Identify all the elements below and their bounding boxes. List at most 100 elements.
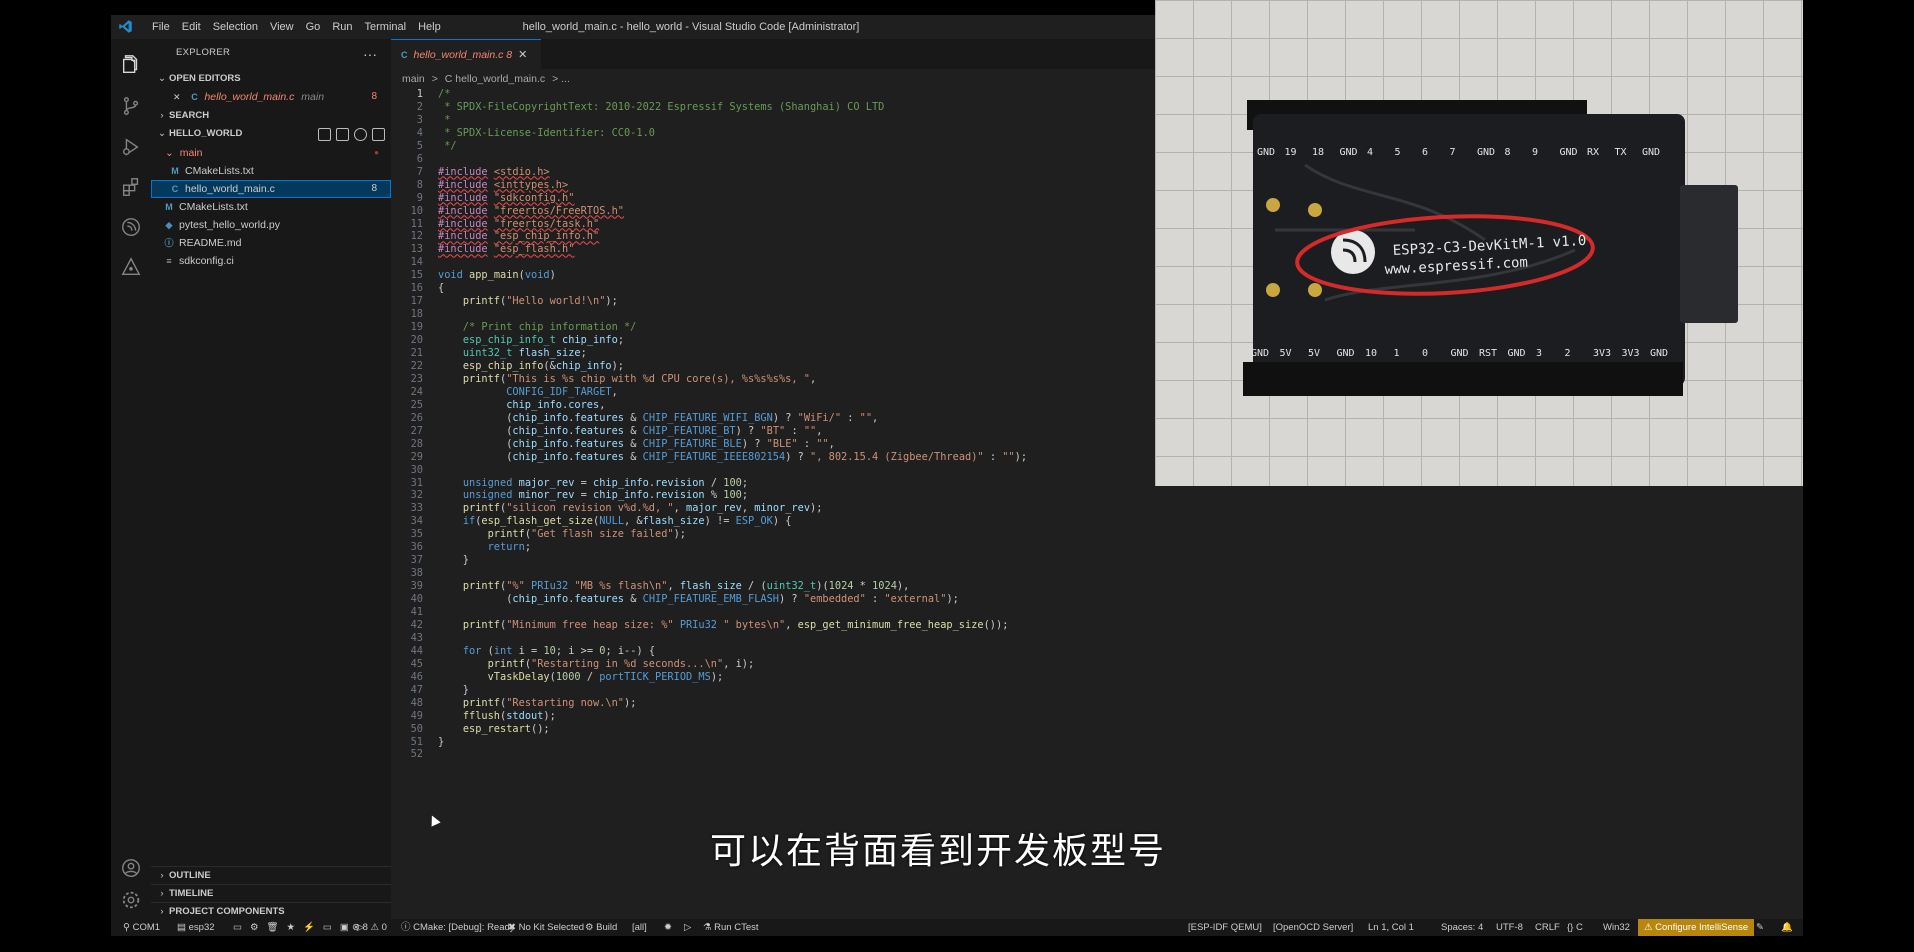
code-line[interactable]: void app_main(void) <box>438 269 556 281</box>
code-line[interactable]: #include "esp_chip_info.h" <box>438 230 599 242</box>
cursor-position[interactable]: Ln 1, Col 1 <box>1368 919 1414 936</box>
account-icon[interactable] <box>119 857 143 881</box>
code-line[interactable]: printf("Restarting now.\n"); <box>438 697 637 709</box>
build-target[interactable]: [all] <box>632 919 647 936</box>
file-tree-item[interactable]: M CMakeLists.txt <box>151 198 391 216</box>
code-line[interactable]: unsigned major_rev = chip_info.revision … <box>438 477 748 489</box>
new-file-icon[interactable] <box>318 128 331 141</box>
folder-main[interactable]: ⌄ main ● <box>151 144 391 162</box>
platform[interactable]: Win32 <box>1603 919 1630 936</box>
code-line[interactable]: #include "sdkconfig.h" <box>438 192 574 204</box>
file-tree-item[interactable]: Chello_world_main.c 8 <box>151 180 391 198</box>
code-line[interactable]: * <box>438 114 450 126</box>
port-item[interactable]: ⚲ COM1 <box>123 919 160 936</box>
code-line[interactable]: } <box>438 554 469 566</box>
explorer-icon[interactable] <box>119 53 143 77</box>
tab-hello-world-main[interactable]: Chello_world_main.c 8 ✕ <box>391 39 541 70</box>
line-ending[interactable]: CRLF <box>1535 919 1560 936</box>
open-editor-item[interactable]: ✕ Chello_world_main.c main 8 <box>151 88 391 106</box>
code-line[interactable]: uint32_t flash_size; <box>438 347 587 359</box>
search-section[interactable]: › SEARCH <box>151 107 391 125</box>
close-icon[interactable]: ✕ <box>173 92 181 102</box>
code-line[interactable]: printf("Get flash size failed"); <box>438 528 686 540</box>
breadcrumb-file[interactable]: C hello_world_main.c <box>445 73 545 85</box>
code-line[interactable]: * SPDX-License-Identifier: CC0-1.0 <box>438 127 655 139</box>
configure-intellisense-button[interactable]: ⚠ Configure IntelliSense <box>1638 919 1755 936</box>
source-control-icon[interactable] <box>119 95 143 119</box>
new-folder-icon[interactable] <box>336 128 349 141</box>
collapse-all-icon[interactable] <box>372 128 385 141</box>
code-line[interactable]: esp_restart(); <box>438 723 550 735</box>
code-line[interactable]: #include "esp_flash.h" <box>438 243 574 255</box>
code-line[interactable]: #include <inttypes.h> <box>438 179 568 191</box>
code-line[interactable]: CONFIG_IDF_TARGET, <box>438 386 618 398</box>
code-line[interactable]: unsigned minor_rev = chip_info.revision … <box>438 489 748 501</box>
kit-selector[interactable]: ✖ No Kit Selected <box>508 919 584 936</box>
file-tree-item[interactable]: M CMakeLists.txt <box>151 162 391 180</box>
file-tree-item[interactable]: ◆ pytest_hello_world.py <box>151 216 391 234</box>
code-line[interactable]: fflush(stdout); <box>438 710 556 722</box>
code-line[interactable]: esp_chip_info_t chip_info; <box>438 334 624 346</box>
code-line[interactable]: return; <box>438 541 531 553</box>
settings-gear-icon[interactable] <box>119 889 143 913</box>
menu-item-file[interactable]: File <box>146 15 176 39</box>
code-line[interactable]: } <box>438 736 444 748</box>
more-actions-icon[interactable]: ··· <box>363 46 377 62</box>
breadcrumb-symbol[interactable]: > ... <box>552 73 570 85</box>
encoding[interactable]: UTF-8 <box>1496 919 1523 936</box>
feedback-icon[interactable]: ✎ <box>1756 919 1764 936</box>
code-line[interactable]: (chip_info.features & CHIP_FEATURE_EMB_F… <box>438 593 959 605</box>
espressif-icon[interactable] <box>119 216 143 240</box>
run-icon[interactable]: ▷ <box>684 919 691 936</box>
debug-bug-icon[interactable]: ✹ <box>664 919 672 936</box>
code-line[interactable]: (chip_info.features & CHIP_FEATURE_BLE) … <box>438 438 835 450</box>
file-tree-item[interactable]: ≡ sdkconfig.ci <box>151 252 391 270</box>
menu-item-selection[interactable]: Selection <box>207 15 264 39</box>
code-line[interactable]: { <box>438 282 444 294</box>
code-line[interactable]: printf("Hello world!\n"); <box>438 295 618 307</box>
target-item[interactable]: ▤ esp32 <box>177 919 215 936</box>
code-line[interactable]: * SPDX-FileCopyrightText: 2010-2022 Espr… <box>438 101 884 113</box>
hello-world-section[interactable]: ⌄ HELLO_WORLD <box>151 125 391 143</box>
open-editors-section[interactable]: ⌄ OPEN EDITORS <box>151 70 391 88</box>
esp-idf-icon[interactable] <box>119 256 143 280</box>
menu-item-edit[interactable]: Edit <box>176 15 207 39</box>
breadcrumb-folder[interactable]: main <box>402 73 425 85</box>
notifications-icon[interactable]: 🔔 <box>1781 919 1793 936</box>
code-line[interactable]: */ <box>438 140 456 152</box>
code-line[interactable]: (chip_info.features & CHIP_FEATURE_BT) ?… <box>438 425 822 437</box>
problems-item[interactable]: ⊗ 8 ⚠ 0 <box>352 919 387 936</box>
code-line[interactable]: if(esp_flash_get_size(NULL, &flash_size)… <box>438 515 792 527</box>
code-line[interactable]: /* <box>438 88 450 100</box>
code-line[interactable]: printf("%" PRIu32 "MB %s flash\n", flash… <box>438 580 910 592</box>
code-line[interactable]: chip_info.cores, <box>438 399 605 411</box>
code-line[interactable]: printf("This is %s chip with %d CPU core… <box>438 373 816 385</box>
file-tree-item[interactable]: ⓘ README.md <box>151 234 391 252</box>
code-line[interactable]: vTaskDelay(1000 / portTICK_PERIOD_MS); <box>438 671 724 683</box>
refresh-icon[interactable] <box>354 128 367 141</box>
code-line[interactable]: (chip_info.features & CHIP_FEATURE_WIFI_… <box>438 412 878 424</box>
code-line[interactable]: for (int i = 10; i >= 0; i--) { <box>438 645 655 657</box>
build-button[interactable]: ⚙ Build <box>585 919 617 936</box>
code-line[interactable]: printf("silicon revision v%d.%d, ", majo… <box>438 502 823 514</box>
outline-section[interactable]: › OUTLINE <box>151 866 391 885</box>
code-line[interactable]: printf("Minimum free heap size: %" PRIu3… <box>438 619 1009 631</box>
code-line[interactable]: esp_chip_info(&chip_info); <box>438 360 624 372</box>
run-ctest-button[interactable]: ⚗ Run CTest <box>703 919 759 936</box>
openocd-item[interactable]: [OpenOCD Server] <box>1273 919 1353 936</box>
code-line[interactable]: /* Print chip information */ <box>438 321 637 333</box>
cmake-status[interactable]: ⓘ CMake: [Debug]: Ready <box>401 919 515 936</box>
language-mode[interactable]: {} C <box>1567 919 1583 936</box>
idf-qemu-item[interactable]: [ESP-IDF QEMU] <box>1188 919 1262 936</box>
close-icon[interactable]: ✕ <box>518 49 527 61</box>
indentation[interactable]: Spaces: 4 <box>1441 919 1483 936</box>
code-line[interactable]: #include "freertos/FreeRTOS.h" <box>438 205 624 217</box>
timeline-section[interactable]: › TIMELINE <box>151 884 391 903</box>
code-line[interactable]: (chip_info.features & CHIP_FEATURE_IEEE8… <box>438 451 1027 463</box>
code-line[interactable]: #include <stdio.h> <box>438 166 550 178</box>
code-line[interactable]: printf("Restarting in %d seconds...\n", … <box>438 658 755 670</box>
code-line[interactable]: #include "freertos/task.h" <box>438 218 599 230</box>
extensions-icon[interactable] <box>119 176 143 200</box>
run-debug-icon[interactable] <box>119 136 143 160</box>
code-line[interactable]: } <box>438 684 469 696</box>
